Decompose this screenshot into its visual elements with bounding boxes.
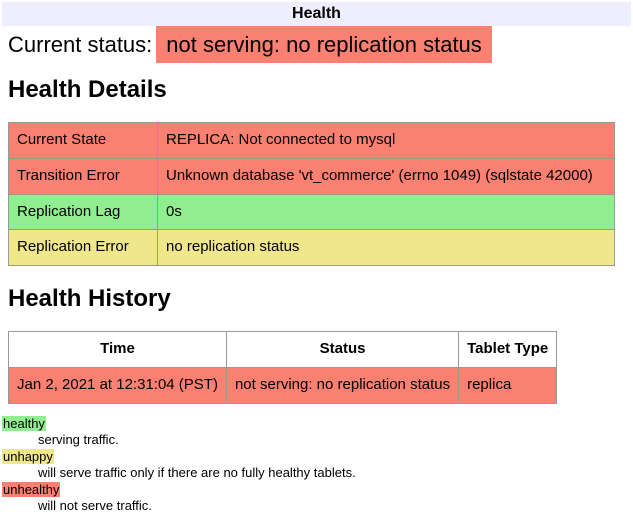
detail-key: Current State (9, 123, 158, 159)
legend-description: will not serve traffic. (38, 498, 631, 514)
legend-term-unhappy: unhappy (2, 449, 54, 464)
column-header-tablet-type: Tablet Type (459, 332, 557, 368)
detail-value: REPLICA: Not connected to mysql (158, 123, 615, 159)
table-row: Current State REPLICA: Not connected to … (9, 123, 615, 159)
page-title: Health (2, 2, 631, 26)
table-row: Replication Error no replication status (9, 230, 615, 266)
detail-key: Replication Error (9, 230, 158, 266)
legend: healthy serving traffic. unhappy will se… (2, 416, 631, 514)
detail-value: Unknown database 'vt_commerce' (errno 10… (158, 158, 615, 194)
health-details-table: Current State REPLICA: Not connected to … (8, 122, 615, 266)
legend-item: unhappy (2, 449, 631, 465)
column-header-status: Status (226, 332, 458, 368)
health-details-heading: Health Details (8, 76, 615, 104)
history-tablet-type-cell: replica (459, 367, 557, 403)
column-header-time: Time (9, 332, 227, 368)
status-badge: not serving: no replication status (156, 26, 492, 63)
table-header-row: Time Status Tablet Type (9, 332, 557, 368)
detail-value: 0s (158, 194, 615, 230)
legend-item: healthy (2, 416, 631, 432)
detail-key: Transition Error (9, 158, 158, 194)
legend-description: will serve traffic only if there are no … (38, 465, 631, 481)
detail-key: Replication Lag (9, 194, 158, 230)
health-history-table: Time Status Tablet Type Jan 2, 2021 at 1… (8, 331, 557, 404)
detail-value: no replication status (158, 230, 615, 266)
table-row: Jan 2, 2021 at 12:31:04 (PST) not servin… (9, 367, 557, 403)
table-row: Transition Error Unknown database 'vt_co… (9, 158, 615, 194)
legend-item: unhealthy (2, 482, 631, 498)
legend-term-unhealthy: unhealthy (2, 482, 60, 497)
legend-description: serving traffic. (38, 432, 631, 448)
current-status-label: Current status: (8, 32, 152, 57)
history-status-cell: not serving: no replication status (226, 367, 458, 403)
legend-term-healthy: healthy (2, 416, 46, 431)
health-page-content: Current status: not serving: no replicati… (8, 32, 615, 404)
history-time-cell: Jan 2, 2021 at 12:31:04 (PST) (9, 367, 227, 403)
current-status-line: Current status:not serving: no replicati… (8, 32, 615, 57)
table-row: Replication Lag 0s (9, 194, 615, 230)
health-history-heading: Health History (8, 285, 615, 313)
